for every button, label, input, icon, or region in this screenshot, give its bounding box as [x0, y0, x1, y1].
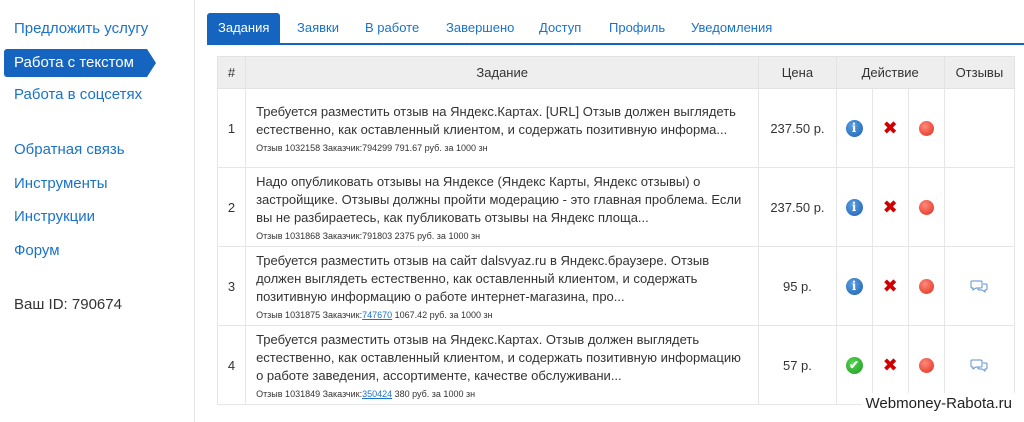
sidebar-item-feedback[interactable]: Обратная связь	[14, 141, 125, 158]
tab-access[interactable]: Доступ	[539, 13, 581, 43]
task-price: 237.50 р.	[758, 167, 837, 247]
client-id: 794299	[362, 143, 393, 153]
action-stop-cell	[907, 246, 945, 326]
tab-requests[interactable]: Заявки	[297, 13, 339, 43]
action-stop-cell	[907, 167, 945, 247]
tab-in-progress[interactable]: В работе	[365, 13, 419, 43]
stop-icon[interactable]	[918, 200, 934, 216]
task-cell: Требуется разместить отзыв на Яндекс.Кар…	[245, 325, 760, 405]
tab-tasks[interactable]: Задания	[207, 13, 281, 43]
task-meta: Отзыв 1032158 Заказчик:794299 791.67 руб…	[256, 143, 748, 153]
task-description[interactable]: Требуется разместить отзыв на Яндекс.Кар…	[256, 103, 748, 139]
task-rate: 1067.42 руб. за 1000 зн	[392, 310, 493, 320]
info-icon[interactable]: i	[845, 198, 863, 216]
reviews-cell	[943, 88, 1016, 168]
stop-icon[interactable]	[918, 279, 934, 295]
header-reviews: Отзывы	[943, 56, 1016, 89]
stop-icon[interactable]	[918, 358, 934, 374]
header-num: #	[216, 56, 247, 89]
sidebar-item-forum[interactable]: Форум	[14, 242, 60, 259]
task-price: 95 р.	[758, 246, 837, 326]
client-id: 791803	[362, 231, 393, 241]
tab-profile[interactable]: Профиль	[609, 13, 665, 43]
header-price: Цена	[758, 56, 837, 89]
action-reject-cell: ✖	[871, 246, 909, 326]
action-status-cell: i	[835, 88, 873, 168]
info-icon[interactable]: i	[845, 277, 863, 295]
comments-icon[interactable]	[970, 359, 988, 373]
close-icon[interactable]: ✖	[883, 119, 898, 137]
sidebar-item-offer-service[interactable]: Предложить услугу	[14, 20, 148, 37]
sidebar-item-instructions[interactable]: Инструкции	[14, 208, 95, 225]
tab-bar: Задания Заявки В работе Завершено Доступ…	[207, 13, 1024, 43]
action-status-cell: i	[835, 246, 873, 326]
task-meta-prefix: Отзыв 1031849 Заказчик:	[256, 389, 363, 399]
sidebar-item-tools[interactable]: Инструменты	[14, 175, 108, 192]
task-meta-prefix: Отзыв 1032158 Заказчик:	[256, 143, 363, 153]
close-icon[interactable]: ✖	[883, 356, 898, 374]
action-reject-cell: ✖	[871, 167, 909, 247]
table-row: 1 Требуется разместить отзыв на Яндекс.К…	[216, 88, 1016, 168]
sidebar-item-text-work[interactable]: Работа с текстом	[4, 49, 156, 77]
tab-completed[interactable]: Завершено	[446, 13, 514, 43]
row-number: 3	[216, 246, 247, 326]
tab-underline	[207, 43, 1024, 45]
task-cell: Надо опубликовать отзывы на Яндексе (Янд…	[245, 167, 760, 247]
task-meta: Отзыв 1031875 Заказчик:747670 1067.42 ру…	[256, 310, 748, 320]
action-status-cell: i	[835, 167, 873, 247]
action-reject-cell: ✖	[871, 88, 909, 168]
stop-icon[interactable]	[918, 121, 934, 137]
reviews-cell	[943, 167, 1016, 247]
sidebar-item-social-work[interactable]: Работа в соцсетях	[14, 86, 142, 103]
comments-icon[interactable]	[970, 280, 988, 294]
checkmark-icon[interactable]: ✔	[845, 356, 863, 374]
task-rate: 2375 руб. за 1000 зн	[392, 231, 481, 241]
row-number: 1	[216, 88, 247, 168]
task-description[interactable]: Надо опубликовать отзывы на Яндексе (Янд…	[256, 173, 748, 227]
task-description[interactable]: Требуется разместить отзыв на сайт dalsv…	[256, 252, 748, 306]
client-link[interactable]: 350424	[362, 389, 392, 399]
task-meta-prefix: Отзыв 1031875 Заказчик:	[256, 310, 363, 320]
task-meta-prefix: Отзыв 1031868 Заказчик:	[256, 231, 363, 241]
tab-notifications[interactable]: Уведомления	[691, 13, 772, 43]
task-meta: Отзыв 1031868 Заказчик:791803 2375 руб. …	[256, 231, 748, 241]
task-price: 237.50 р.	[758, 88, 837, 168]
close-icon[interactable]: ✖	[883, 277, 898, 295]
task-description[interactable]: Требуется разместить отзыв на Яндекс.Кар…	[256, 331, 748, 385]
task-rate: 791.67 руб. за 1000 зн	[392, 143, 488, 153]
client-link[interactable]: 747670	[362, 310, 392, 320]
table-row: 3 Требуется разместить отзыв на сайт dal…	[216, 246, 1016, 326]
action-stop-cell	[907, 88, 945, 168]
table-header-row: # Задание Цена Действие Отзывы	[216, 56, 1016, 89]
user-id: Ваш ID: 790674	[14, 296, 122, 313]
task-rate: 380 руб. за 1000 зн	[392, 389, 476, 399]
task-meta: Отзыв 1031849 Заказчик:350424 380 руб. з…	[256, 389, 748, 399]
task-price: 57 р.	[758, 325, 837, 405]
sidebar: Предложить услугу Работа с текстом Работ…	[0, 0, 195, 422]
header-action: Действие	[835, 56, 945, 89]
row-number: 4	[216, 325, 247, 405]
row-number: 2	[216, 167, 247, 247]
watermark: Webmoney-Rabota.ru	[861, 393, 1016, 414]
info-icon[interactable]: i	[845, 119, 863, 137]
header-task: Задание	[245, 56, 760, 89]
task-cell: Требуется разместить отзыв на Яндекс.Кар…	[245, 88, 760, 168]
tasks-table: # Задание Цена Действие Отзывы 1 Требует…	[216, 56, 1016, 405]
close-icon[interactable]: ✖	[883, 198, 898, 216]
reviews-cell	[943, 246, 1016, 326]
task-cell: Требуется разместить отзыв на сайт dalsv…	[245, 246, 760, 326]
table-row: 2 Надо опубликовать отзывы на Яндексе (Я…	[216, 167, 1016, 247]
